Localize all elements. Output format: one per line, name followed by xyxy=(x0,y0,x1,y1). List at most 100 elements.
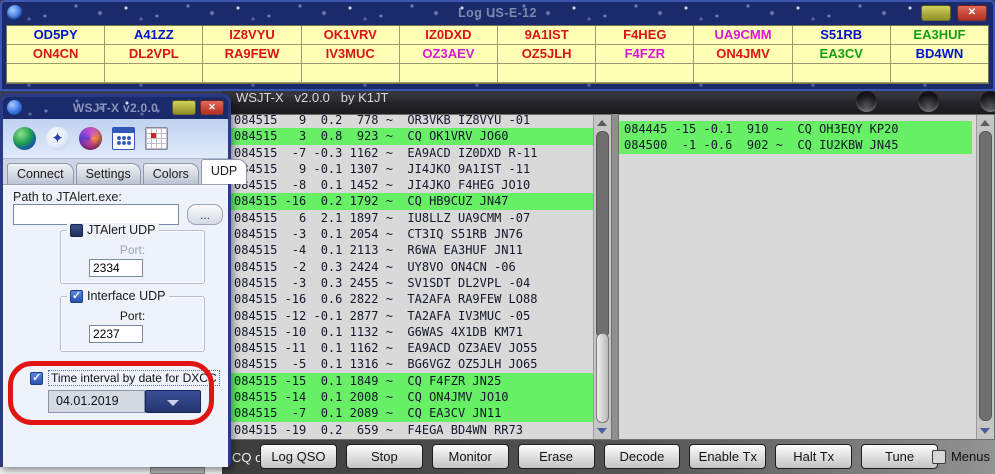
tab-settings[interactable]: Settings xyxy=(76,163,141,184)
calendar-icon[interactable] xyxy=(112,127,135,150)
decode-row[interactable]: 084515 3 0.8 923 ~ CQ OK1VRV JO60 xyxy=(229,128,594,144)
interface-udp-checkbox[interactable] xyxy=(70,290,83,303)
callsign-cell[interactable]: IZ8VYU xyxy=(203,26,301,45)
decode-row[interactable]: 084515 9 0.2 778 ~ OR3VKB IZ8VYU -01 xyxy=(229,114,594,128)
decode-row[interactable]: 084515 -7 -0.3 1162 ~ EA9ACD IZ0DXD R-11 xyxy=(229,145,594,161)
callsign-cell[interactable]: IZ0DXD xyxy=(400,26,498,45)
app-icon[interactable] xyxy=(7,100,22,115)
decode-row[interactable]: 084515 -5 0.1 1316 ~ BG6VGZ OZ5JLH JO65 xyxy=(229,356,594,372)
callsign-cell[interactable] xyxy=(400,64,498,83)
callsign-cell[interactable]: UA9CMM xyxy=(694,26,792,45)
decode-row[interactable]: 084515 -16 0.2 1792 ~ CQ HB9CUZ JN47 xyxy=(229,193,594,209)
callsign-cell[interactable]: IV3MUC xyxy=(302,45,400,64)
decode-row[interactable]: 084445 -15 -0.1 910 ~ CQ OH3EQY KP20 xyxy=(619,121,972,137)
callsign-cell[interactable]: OZ3AEV xyxy=(400,45,498,64)
window-button-2[interactable] xyxy=(918,91,939,112)
scroll-up-icon[interactable] xyxy=(597,120,607,126)
path-input[interactable] xyxy=(13,204,179,225)
decode-row[interactable]: 084515 -2 0.3 2424 ~ UY8VO ON4CN -06 xyxy=(229,259,594,275)
decode-row[interactable]: 084515 -4 0.1 2113 ~ R6WA EA3HUF JN11 xyxy=(229,242,594,258)
decode-row[interactable]: 084515 9 -0.1 1307 ~ JI4JKO 9A1IST -11 xyxy=(229,161,594,177)
date-dropdown-button[interactable] xyxy=(145,390,201,413)
decode-row[interactable]: 084515 -19 0.2 659 ~ F4EGA BD4WN RR73 xyxy=(229,422,594,438)
callsign-cell[interactable]: EA3HUF xyxy=(891,26,988,45)
callsign-cell[interactable] xyxy=(105,64,203,83)
scrollbar-groove[interactable] xyxy=(596,131,609,338)
stop-button[interactable]: Stop xyxy=(346,444,423,469)
rx-frequency-scrollbar[interactable] xyxy=(976,115,994,439)
callsign-cell[interactable]: OD5PY xyxy=(7,26,105,45)
dialog-titlebar[interactable]: WSJT-X v2.0.0 ✕ xyxy=(3,97,228,119)
jtalert-udp-checkbox[interactable] xyxy=(70,224,83,237)
callsign-cell[interactable]: OZ5JLH xyxy=(498,45,596,64)
callsign-cell[interactable] xyxy=(891,64,988,83)
decode-row[interactable]: 084515 -8 0.1 1452 ~ JI4JKO F4HEG JO10 xyxy=(229,177,594,193)
band-activity-scrollbar[interactable] xyxy=(593,115,611,439)
menus-control[interactable]: Menus xyxy=(932,449,990,464)
menus-checkbox[interactable] xyxy=(932,450,946,464)
decode-row[interactable]: 084515 6 2.1 1897 ~ IU8LLZ UA9CMM -07 xyxy=(229,210,594,226)
window-button-3[interactable] xyxy=(980,91,995,112)
decode-row[interactable]: 084515 -10 0.1 1132 ~ G6WAS 4X1DB KM71 xyxy=(229,324,594,340)
decode-row[interactable]: 084515 -14 0.1 2008 ~ CQ ON4JMV JO10 xyxy=(229,389,594,405)
jtalert-port-input[interactable] xyxy=(89,259,143,277)
window-button-1[interactable] xyxy=(856,91,877,112)
decode-row[interactable]: 084515 -12 -0.1 2877 ~ TA2AFA IV3MUC -05 xyxy=(229,308,594,324)
callsign-cell[interactable]: A41ZZ xyxy=(105,26,203,45)
scroll-down-icon[interactable] xyxy=(597,428,607,434)
palette-sphere-icon[interactable] xyxy=(79,127,102,150)
compass-icon[interactable] xyxy=(46,127,69,150)
erase-button[interactable]: Erase xyxy=(518,444,595,469)
decode-row[interactable]: 084515 -3 0.1 2054 ~ CT3IQ S51RB JN76 xyxy=(229,226,594,242)
interface-port-input[interactable] xyxy=(89,325,143,343)
close-icon[interactable]: ✕ xyxy=(957,5,987,21)
monitor-button[interactable]: Monitor xyxy=(432,444,509,469)
decode-row[interactable]: 084515 -16 0.6 2822 ~ TA2AFA RA9FEW LO88 xyxy=(229,291,594,307)
callsign-cell[interactable]: OK1VRV xyxy=(302,26,400,45)
tab-udp[interactable]: UDP xyxy=(201,159,247,184)
grid-icon[interactable] xyxy=(145,127,168,150)
app-icon[interactable] xyxy=(7,5,23,21)
tune-button[interactable]: Tune xyxy=(861,444,938,469)
callsign-cell[interactable] xyxy=(596,64,694,83)
minimize-button[interactable] xyxy=(921,5,951,21)
decode-row[interactable]: 084515 -15 0.1 1849 ~ CQ F4FZR JN25 xyxy=(229,373,594,389)
callsign-cell[interactable] xyxy=(793,64,891,83)
decode-button[interactable]: Decode xyxy=(604,444,681,469)
decode-row[interactable]: 084515 -3 0.3 2455 ~ SV1SDT DL2VPL -04 xyxy=(229,275,594,291)
callsign-cell[interactable] xyxy=(203,64,301,83)
callsign-cell[interactable]: EA3CV xyxy=(793,45,891,64)
scroll-up-icon[interactable] xyxy=(980,120,990,126)
tab-colors[interactable]: Colors xyxy=(143,163,199,184)
callsign-cell[interactable]: F4HEG xyxy=(596,26,694,45)
decode-row[interactable]: 084515 -7 0.1 2089 ~ CQ EA3CV JN11 xyxy=(229,405,594,421)
callsign-cell[interactable] xyxy=(694,64,792,83)
scroll-down-icon[interactable] xyxy=(980,428,990,434)
callsign-cell[interactable]: S51RB xyxy=(793,26,891,45)
dxcc-interval-checkbox[interactable] xyxy=(30,372,43,385)
callsign-cell[interactable]: RA9FEW xyxy=(203,45,301,64)
callsign-cell[interactable] xyxy=(302,64,400,83)
callsign-cell[interactable] xyxy=(7,64,105,83)
globe-icon[interactable] xyxy=(13,127,36,150)
callsign-cell[interactable] xyxy=(498,64,596,83)
browse-button[interactable]: ... xyxy=(187,204,223,225)
dxcc-date-field[interactable]: 04.01.2019 xyxy=(48,390,145,413)
callsign-cell[interactable]: 9A1IST xyxy=(498,26,596,45)
scrollbar-groove[interactable] xyxy=(979,131,992,421)
enable-tx-button[interactable]: Enable Tx xyxy=(689,444,766,469)
log-qso-button[interactable]: Log QSO xyxy=(260,444,337,469)
main-window-titlebar[interactable]: WSJT-X v2.0.0 by K1JT xyxy=(222,88,995,114)
callsign-cell[interactable]: F4FZR xyxy=(596,45,694,64)
scrollbar-thumb[interactable] xyxy=(596,333,609,423)
decode-row[interactable]: 084500 -1 -0.6 902 ~ CQ IU2KBW JN45 xyxy=(619,137,972,153)
halt-tx-button[interactable]: Halt Tx xyxy=(775,444,852,469)
close-icon[interactable]: ✕ xyxy=(200,100,224,115)
callsign-cell[interactable]: DL2VPL xyxy=(105,45,203,64)
callsign-cell[interactable]: ON4JMV xyxy=(694,45,792,64)
callsign-cell[interactable]: ON4CN xyxy=(7,45,105,64)
callsign-cell[interactable]: BD4WN xyxy=(891,45,988,64)
minimize-button[interactable] xyxy=(172,100,196,115)
tab-connect[interactable]: Connect xyxy=(7,163,74,184)
decode-row[interactable]: 084515 -11 0.1 1162 ~ EA9ACD OZ3AEV JO55 xyxy=(229,340,594,356)
